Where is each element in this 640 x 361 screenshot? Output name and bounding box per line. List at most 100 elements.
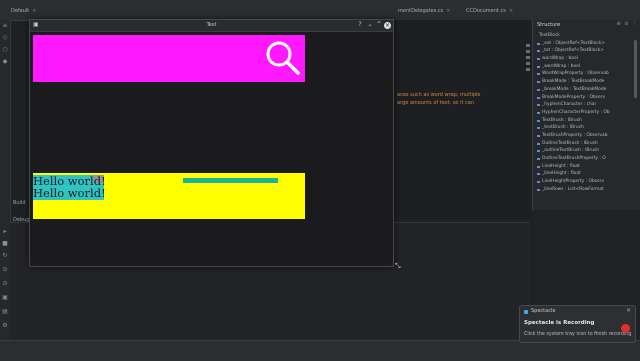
- tool-icon[interactable]: ⊙: [1, 266, 9, 274]
- structure-item-label: _ext : ObjectRef<TextBlock>: [542, 40, 605, 46]
- field-icon: [537, 134, 540, 137]
- structure-panel: Structure ⊕ ⊘ ⋮ TextBlock _ext : ObjectRe…: [532, 20, 640, 210]
- structure-item[interactable]: _hyphenCharacter : char: [533, 101, 640, 109]
- structure-item-label: OutlineTextBrush : IBrush: [542, 140, 598, 146]
- structure-item-label: _wordWrap : bool: [542, 63, 581, 69]
- tool-icon[interactable]: ◇: [1, 34, 9, 42]
- tool-icon[interactable]: ↻: [1, 252, 9, 260]
- help-button[interactable]: ?: [356, 21, 364, 29]
- structure-item-label: _outlineTextBrush : IBrush: [542, 148, 600, 154]
- structure-item-label: LineHeightProperty : Observ: [542, 179, 605, 185]
- record-indicator-icon[interactable]: [621, 324, 630, 333]
- minimize-button[interactable]: ⌄: [366, 21, 374, 29]
- structure-scrollbar[interactable]: [634, 40, 637, 98]
- close-icon[interactable]: ×: [509, 8, 513, 14]
- structure-item[interactable]: TextBlock: [533, 32, 640, 40]
- structure-title: Structure: [537, 22, 561, 28]
- structure-item[interactable]: _ext : ObjectRef<TextBlock>: [533, 40, 640, 48]
- structure-item[interactable]: LineHeightProperty : Observ: [533, 178, 640, 186]
- field-icon: [537, 119, 540, 122]
- structure-tools[interactable]: ⊕ ⊘ ⋮: [616, 21, 638, 27]
- structure-item[interactable]: TextBrushProperty : Observab: [533, 132, 640, 140]
- field-icon: [537, 150, 540, 153]
- ide-tab-label: CCDocument.cs: [466, 8, 506, 14]
- structure-item[interactable]: LineHeight : float: [533, 163, 640, 171]
- structure-item[interactable]: _wordWrap : bool: [533, 63, 640, 71]
- field-icon: [537, 111, 540, 114]
- field-icon: [537, 65, 540, 68]
- structure-item-label: LineHeight : float: [542, 163, 580, 169]
- code-editor[interactable]: [391, 20, 532, 220]
- app-window-icon[interactable]: ▣: [33, 22, 39, 28]
- stop-icon[interactable]: ■: [1, 240, 9, 248]
- field-icon: [537, 88, 540, 91]
- field-icon: [537, 142, 540, 145]
- structure-item[interactable]: _lineRows : List<RowFormat: [533, 186, 640, 194]
- notification-close-button[interactable]: ×: [626, 307, 631, 314]
- ide-tab-default[interactable]: Default ×: [11, 5, 51, 17]
- structure-item-label: _hyphenCharacter : char: [542, 102, 597, 108]
- close-icon[interactable]: ×: [446, 8, 450, 14]
- structure-item[interactable]: wordWrap : bool: [533, 55, 640, 63]
- structure-item-label: _lineHeight : float: [542, 171, 581, 177]
- structure-item[interactable]: _textBrush : IBrush: [533, 124, 640, 132]
- build-panel-label[interactable]: Build: [13, 200, 26, 206]
- ide-tab-ccdocument[interactable]: CCDocument.cs ×: [466, 5, 528, 17]
- close-icon[interactable]: ×: [32, 8, 36, 14]
- structure-item-label: wordWrap : bool: [542, 56, 578, 62]
- tool-icon[interactable]: ◆: [1, 58, 9, 66]
- ide-tab-label: Default: [11, 8, 30, 14]
- search-icon[interactable]: [264, 39, 302, 77]
- spectacle-icon: [524, 310, 528, 314]
- window-titlebar[interactable]: Test ▣ ? ⌄ ^ ×: [30, 20, 393, 32]
- window-title: Test: [206, 22, 217, 28]
- notification-body: Click the system tray icon to finish rec…: [524, 332, 632, 337]
- structure-item[interactable]: WordWrapProperty : Observab: [533, 70, 640, 78]
- field-icon: [537, 42, 540, 45]
- tool-icon[interactable]: ≡: [1, 22, 9, 30]
- structure-item[interactable]: _txt : ObjectRef<TextBlock>: [533, 47, 640, 55]
- close-button[interactable]: ×: [384, 22, 391, 29]
- structure-item-label: _lineRows : List<RowFormat: [542, 186, 604, 192]
- structure-item[interactable]: BreakModeProperty : Observ: [533, 94, 640, 102]
- highlight-bar: [183, 178, 278, 183]
- structure-item-label: _txt : ObjectRef<TextBlock>: [542, 48, 605, 54]
- structure-item[interactable]: TextBrush : IBrush: [533, 117, 640, 125]
- structure-item[interactable]: _outlineTextBrush : IBrush: [533, 147, 640, 155]
- structure-item-label: TextBrushProperty : Observab: [542, 132, 608, 138]
- tool-icon[interactable]: ○: [1, 46, 9, 54]
- field-icon: [537, 181, 540, 184]
- structure-item-label: BreakModeProperty : Observ: [542, 94, 606, 100]
- structure-item-label: HyphenCharacterProperty : Ob: [542, 109, 610, 115]
- field-icon: [537, 58, 540, 61]
- editor-scroll-markers: [526, 44, 530, 72]
- field-icon: [537, 158, 540, 160]
- structure-item[interactable]: _lineHeight : float: [533, 170, 640, 178]
- status-bar: [0, 340, 640, 361]
- ide-tab-delegates[interactable]: mentDelegates.cs ×: [398, 5, 458, 17]
- text-block-panel[interactable]: Hello world! Hello world!: [33, 173, 305, 219]
- tool-icon[interactable]: ▤: [1, 308, 9, 316]
- spectacle-notification[interactable]: Spectacle × Spectacle is Recording Click…: [519, 305, 636, 343]
- tool-icon[interactable]: ▣: [1, 294, 9, 302]
- debug-panel-label[interactable]: Debug: [13, 217, 29, 223]
- structure-item-label: _breakMode : TextBreakMode: [542, 86, 607, 92]
- field-icon: [537, 81, 540, 84]
- structure-item[interactable]: OutlineTextBrushProperty : O: [533, 155, 640, 163]
- structure-item[interactable]: BreakMode : TextBreakMode: [533, 78, 640, 86]
- tool-icon[interactable]: ⊙: [1, 280, 9, 288]
- field-icon: [537, 173, 540, 176]
- field-icon: [537, 104, 540, 107]
- code-line: aces such as word wrap, multiple: [397, 92, 481, 98]
- structure-item[interactable]: HyphenCharacterProperty : Ob: [533, 109, 640, 117]
- code-line: arge amounts of text, so it can: [397, 100, 474, 106]
- search-panel[interactable]: [33, 35, 305, 82]
- structure-item[interactable]: _breakMode : TextBreakMode: [533, 86, 640, 94]
- field-icon: [537, 127, 540, 130]
- notification-title: Spectacle is Recording: [524, 320, 595, 326]
- debug-icon[interactable]: ▸: [1, 228, 9, 236]
- maximize-button[interactable]: ^: [375, 21, 383, 29]
- tool-icon[interactable]: ⚙: [1, 322, 9, 330]
- structure-item-label: TextBrush : IBrush: [542, 117, 582, 123]
- structure-item[interactable]: OutlineTextBrush : IBrush: [533, 140, 640, 148]
